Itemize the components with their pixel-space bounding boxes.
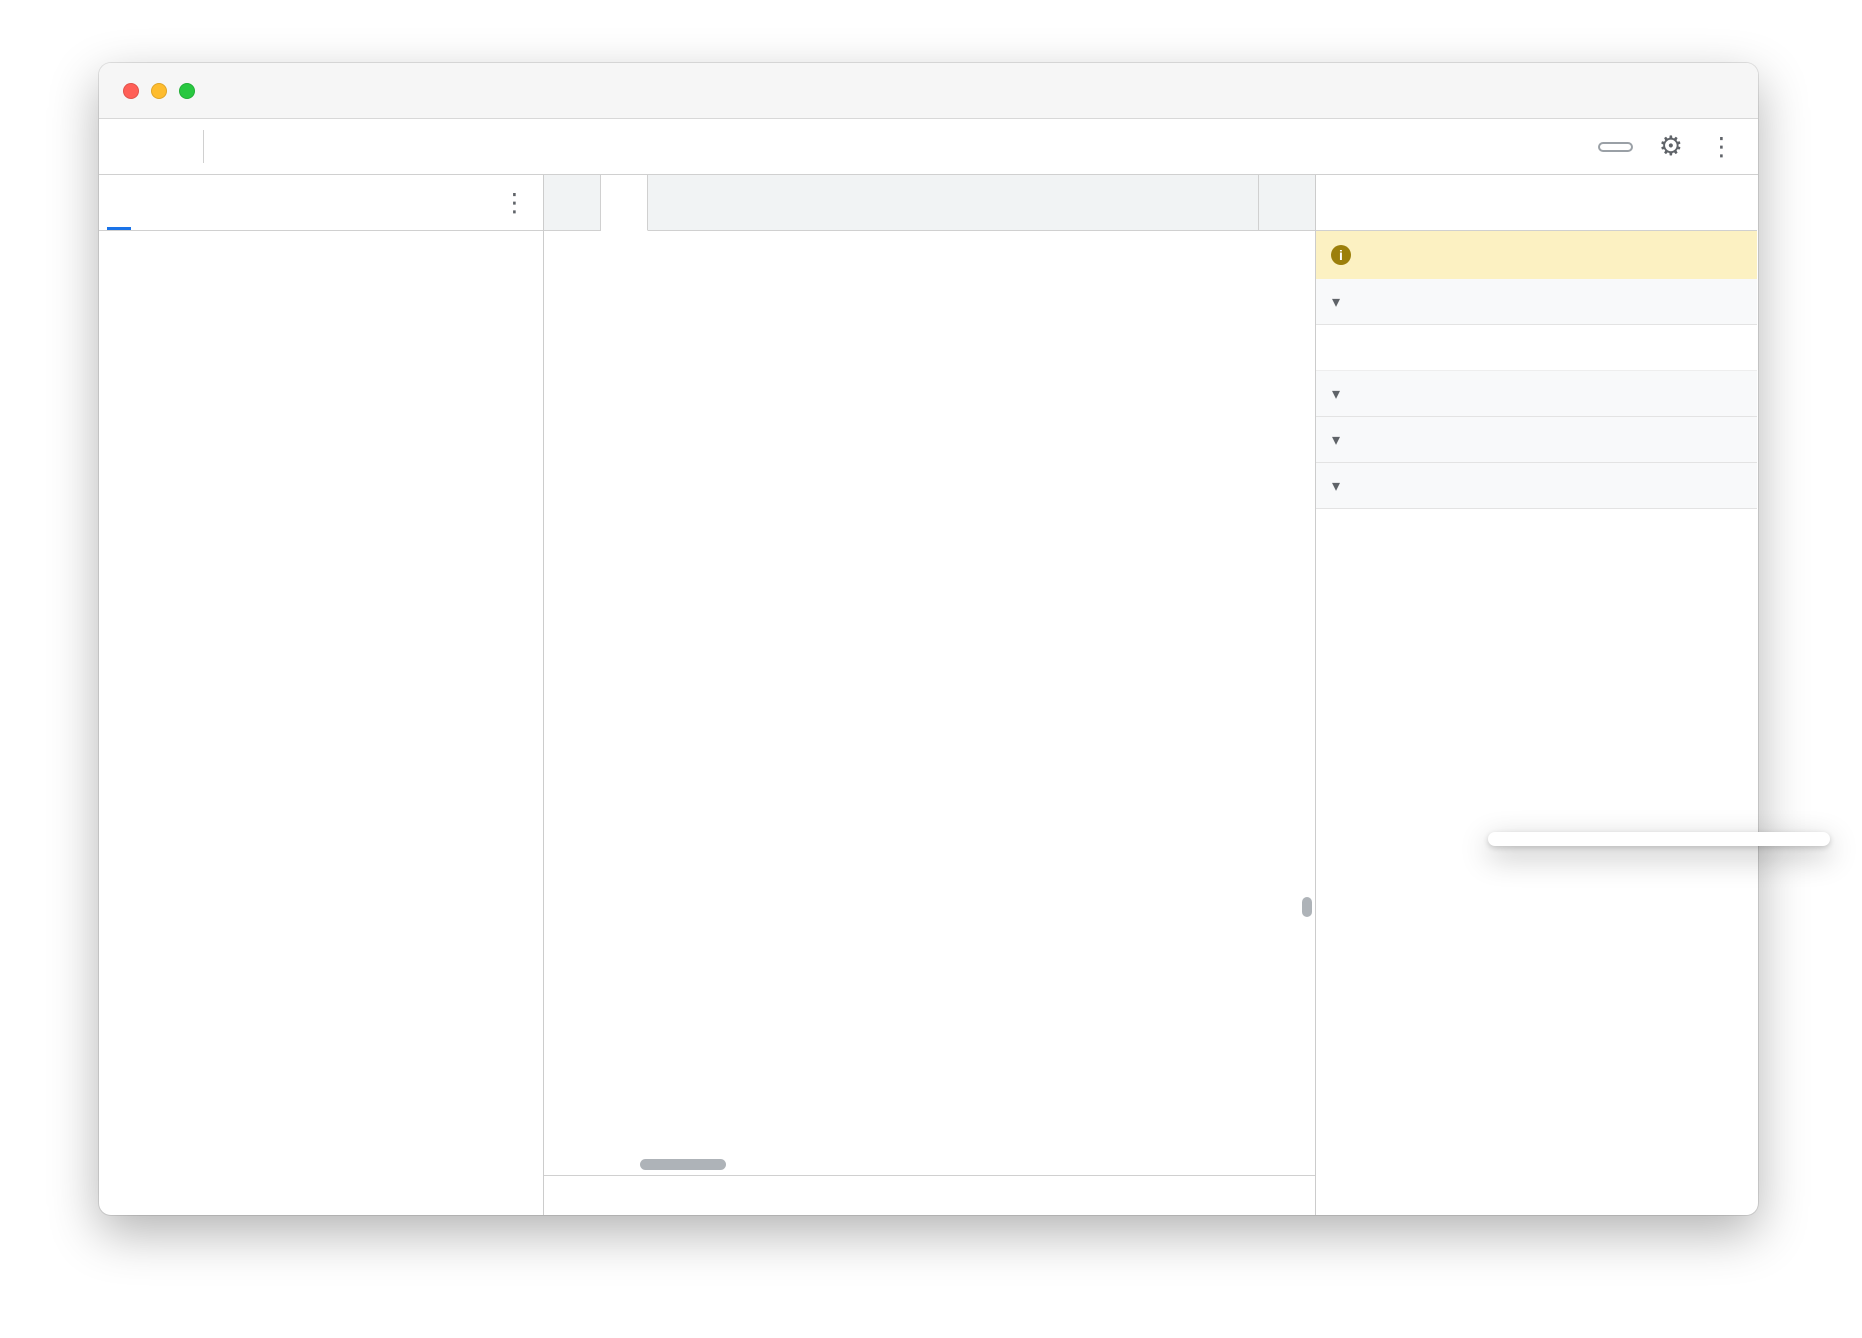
info-icon: i bbox=[1331, 245, 1351, 265]
more-editor-tabs-button[interactable] bbox=[648, 175, 676, 230]
zoom-window-button[interactable] bbox=[179, 83, 195, 99]
traffic-lights bbox=[123, 63, 195, 118]
context-menu bbox=[1488, 832, 1830, 846]
inspect-element-button[interactable] bbox=[99, 119, 147, 174]
chevron-down-icon: ▾ bbox=[1326, 384, 1346, 403]
toolbar-divider bbox=[203, 130, 204, 163]
call-stack-section-header[interactable]: ▾ bbox=[1316, 463, 1757, 509]
horizontal-scrollbar-thumb[interactable] bbox=[640, 1159, 726, 1170]
navigator-tabs: ⋮ bbox=[99, 175, 543, 231]
editor-status-bar bbox=[544, 1175, 1315, 1215]
scope-section-header[interactable]: ▾ bbox=[1316, 417, 1757, 463]
debugger-pane: i ▾ ▾ ▾ ▾ bbox=[1316, 175, 1757, 1215]
watch-empty-message bbox=[1316, 325, 1757, 371]
editor-pane bbox=[544, 175, 1316, 1215]
watch-section-header[interactable]: ▾ bbox=[1316, 279, 1757, 325]
vertical-scrollbar-thumb[interactable] bbox=[1302, 897, 1312, 917]
paused-banner: i bbox=[1316, 231, 1757, 279]
minimize-window-button[interactable] bbox=[151, 83, 167, 99]
titlebar bbox=[99, 63, 1758, 119]
breakpoints-section-header[interactable]: ▾ bbox=[1316, 371, 1757, 417]
device-toolbar-button[interactable] bbox=[147, 119, 195, 174]
chevron-down-icon: ▾ bbox=[1326, 476, 1346, 495]
code-editor[interactable] bbox=[544, 231, 1315, 1175]
toolbar-right: ⚙ ⋮ bbox=[1598, 119, 1758, 174]
navigator-pane: ⋮ bbox=[99, 175, 544, 1215]
tab-filesystem[interactable] bbox=[139, 175, 179, 230]
close-window-button[interactable] bbox=[123, 83, 139, 99]
file-tree bbox=[99, 231, 543, 236]
editor-tab-bar bbox=[544, 175, 1315, 231]
more-panels-button[interactable] bbox=[212, 119, 240, 174]
chevron-down-icon: ▾ bbox=[1326, 430, 1346, 449]
kebab-menu-icon[interactable]: ⋮ bbox=[1709, 132, 1734, 161]
toggle-debugger-button[interactable] bbox=[1258, 175, 1315, 230]
file-tab-main-js[interactable] bbox=[601, 175, 648, 231]
settings-gear-icon[interactable]: ⚙ bbox=[1659, 131, 1683, 162]
main-toolbar: ⚙ ⋮ bbox=[99, 119, 1758, 175]
devtools-window: ⚙ ⋮ ⋮ bbox=[99, 63, 1758, 1215]
tab-page[interactable] bbox=[99, 175, 139, 230]
debugger-toolbar bbox=[1316, 175, 1757, 231]
chevron-down-icon: ▾ bbox=[1326, 292, 1346, 311]
navigator-kebab-menu-icon[interactable]: ⋮ bbox=[486, 175, 543, 230]
more-navigator-tabs-button[interactable] bbox=[179, 175, 207, 230]
toggle-navigator-button[interactable] bbox=[544, 175, 601, 230]
devtools-content: ⋮ bbox=[99, 175, 1758, 1215]
issues-counter[interactable] bbox=[1598, 142, 1633, 152]
